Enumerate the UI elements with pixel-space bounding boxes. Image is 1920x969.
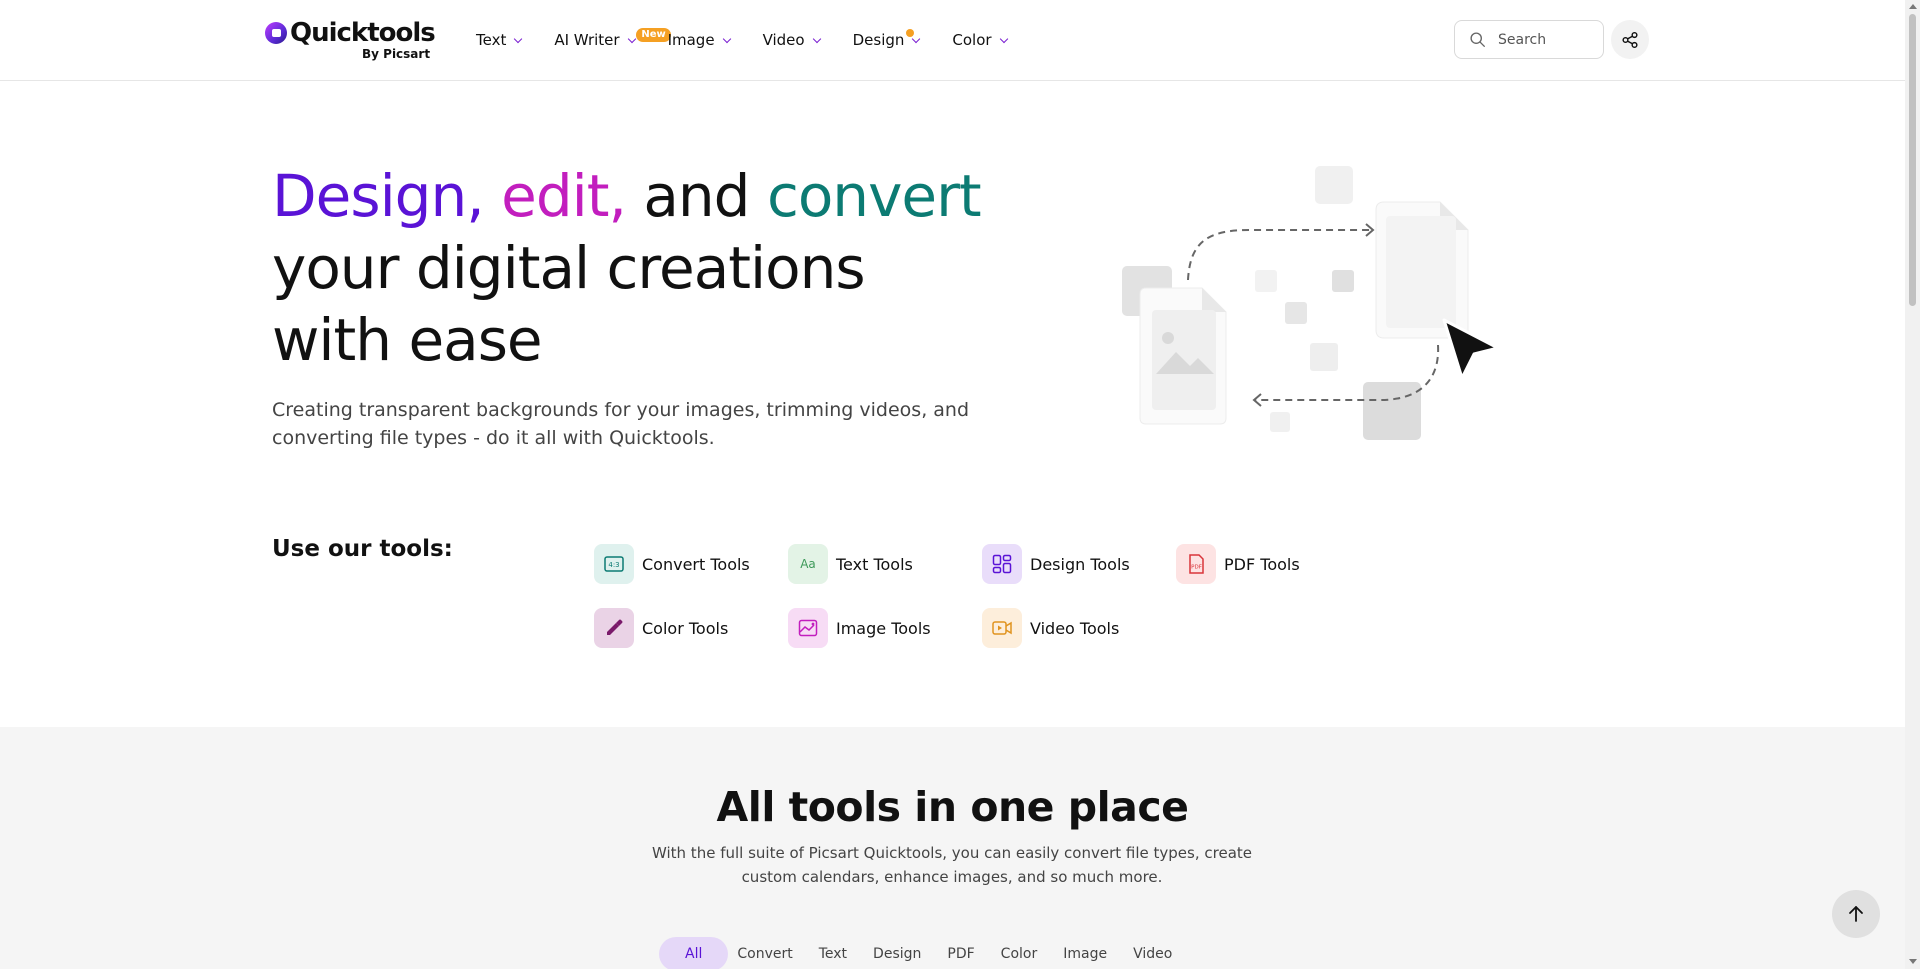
main-nav: Text AI Writer New Image Video Design Co…	[476, 28, 1040, 52]
svg-text:Aa: Aa	[800, 557, 816, 571]
pdf-tools-link[interactable]: PDF PDF Tools	[1176, 544, 1300, 584]
new-badge: New	[636, 28, 671, 42]
video-tools-link[interactable]: Video Tools	[982, 608, 1119, 648]
logo-name: Quicktools	[290, 18, 436, 48]
arrow-up-icon	[1849, 906, 1863, 922]
design-icon	[982, 544, 1022, 584]
top-header: Quicktools By Picsart Text AI Writer New…	[0, 0, 1905, 81]
chevron-down-icon	[999, 34, 1008, 43]
convert-tools-label: Convert Tools	[642, 554, 750, 574]
tools-label: Use our tools:	[272, 536, 453, 562]
hero-title-line2: your digital creations	[272, 234, 866, 302]
color-picker-icon	[594, 608, 634, 648]
nav-text-label: Text	[476, 31, 507, 49]
svg-text:PDF: PDF	[1191, 565, 1202, 571]
chevron-down-icon	[812, 34, 821, 43]
pdf-icon: PDF	[1176, 544, 1216, 584]
search-input[interactable]	[1498, 31, 1598, 48]
chevron-down-icon	[912, 34, 921, 43]
all-tools-title: All tools in one place	[716, 783, 1189, 831]
design-tools-label: Design Tools	[1030, 554, 1130, 574]
filter-image[interactable]: Image	[1054, 937, 1116, 969]
convert-tools-link[interactable]: 4:3 Convert Tools	[594, 544, 750, 584]
scrollbar-thumb[interactable]	[1909, 14, 1916, 306]
share-icon	[1622, 31, 1638, 48]
nav-ai-writer[interactable]: AI Writer New	[554, 28, 671, 49]
image-tools-label: Image Tools	[836, 618, 931, 638]
filter-design[interactable]: Design	[864, 937, 930, 969]
filter-pdf[interactable]: PDF	[938, 937, 983, 969]
video-tools-label: Video Tools	[1030, 618, 1120, 638]
nav-video[interactable]: Video	[762, 31, 821, 49]
chevron-down-icon	[514, 34, 523, 43]
hero-title: Design, edit, and convert your digital c…	[272, 160, 1032, 376]
nav-video-label: Video	[762, 31, 805, 49]
scroll-down-arrow-icon[interactable]	[1909, 959, 1917, 964]
logo[interactable]: Quicktools By Picsart	[264, 18, 436, 64]
hero-title-and: and	[643, 162, 750, 230]
filter-text[interactable]: Text	[810, 937, 856, 969]
design-tools-link[interactable]: Design Tools	[982, 544, 1130, 584]
logo-subtitle: By Picsart	[362, 47, 431, 61]
pdf-tools-label: PDF Tools	[1224, 554, 1300, 574]
text-tools-label: Text Tools	[836, 554, 913, 574]
color-tools-link[interactable]: Color Tools	[594, 608, 728, 648]
hero-illustration	[1122, 166, 1500, 440]
svg-text:4:3: 4:3	[608, 561, 619, 569]
search-icon	[1470, 32, 1485, 47]
nav-text[interactable]: Text	[476, 31, 523, 49]
search-box[interactable]	[1454, 20, 1604, 59]
nav-ai-writer-label: AI Writer	[554, 31, 620, 49]
image-tools-link[interactable]: Image Tools	[788, 608, 931, 648]
filter-convert[interactable]: Convert	[728, 937, 801, 969]
logo-mark-icon	[265, 22, 287, 44]
nav-color[interactable]: Color	[952, 31, 1008, 49]
share-button[interactable]	[1611, 20, 1649, 59]
filter-color[interactable]: Color	[992, 937, 1047, 969]
page-scrollbar[interactable]	[1905, 0, 1920, 969]
hero-title-edit: edit,	[501, 162, 627, 230]
all-tools-section: All tools in one place With the full sui…	[0, 727, 1905, 969]
notification-dot	[905, 29, 914, 37]
all-tools-description: With the full suite of Picsart Quicktool…	[651, 844, 1252, 886]
nav-color-label: Color	[952, 31, 992, 49]
text-tools-link[interactable]: Aa Text Tools	[788, 544, 913, 584]
text-icon: Aa	[788, 544, 828, 584]
hero-title-design: Design,	[272, 162, 485, 230]
chevron-down-icon	[627, 34, 636, 43]
filter-video[interactable]: Video	[1124, 937, 1181, 969]
color-tools-label: Color Tools	[642, 618, 729, 638]
back-to-top-button[interactable]	[1832, 890, 1880, 938]
filter-all[interactable]: All	[659, 937, 729, 969]
hero-title-line3: with ease	[272, 306, 543, 374]
hero-title-convert: convert	[766, 162, 982, 230]
nav-image-label: Image	[667, 31, 715, 49]
nav-image[interactable]: Image	[667, 31, 731, 49]
chevron-down-icon	[722, 34, 731, 43]
video-icon	[982, 608, 1022, 648]
convert-icon: 4:3	[594, 544, 634, 584]
nav-design-label: Design	[852, 31, 905, 49]
hero-description: Creating transparent backgrounds for you…	[272, 399, 970, 449]
category-filters: All Convert Text Design PDF Color Image …	[659, 937, 1189, 969]
image-icon	[788, 608, 828, 648]
nav-design[interactable]: Design	[852, 29, 921, 49]
scroll-up-arrow-icon[interactable]	[1909, 4, 1917, 9]
